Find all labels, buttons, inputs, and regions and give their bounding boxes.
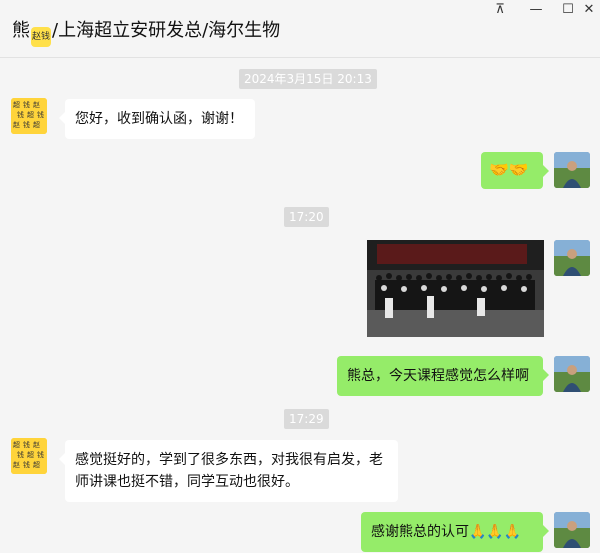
timestamp: 2024年3月15日 20:13 <box>239 69 377 89</box>
maximize-icon[interactable]: ☐ <box>557 1 579 19</box>
contact-avatar[interactable]: 超钱赵 钱超钱 赵钱超 <box>11 438 47 474</box>
title-bar: 熊赵钱/上海超立安研发总/海尔生物 ⊼ — ☐ ✕ <box>0 0 600 58</box>
svg-text:赵: 赵 <box>13 460 20 469</box>
message-bubble-outgoing[interactable]: 🤝🤝 <box>481 152 549 189</box>
chat-title-prefix: 熊 <box>12 20 30 41</box>
user-avatar[interactable] <box>554 240 590 276</box>
timestamp: 17:20 <box>284 207 329 227</box>
svg-text:钱: 钱 <box>37 450 44 459</box>
pin-icon[interactable]: ⊼ <box>489 1 511 19</box>
close-icon[interactable]: ✕ <box>578 1 600 19</box>
user-avatar[interactable] <box>554 152 590 188</box>
shared-group-photo[interactable] <box>367 240 544 337</box>
svg-text:赵: 赵 <box>13 120 20 129</box>
svg-text:超: 超 <box>33 120 40 129</box>
message-bubble-outgoing[interactable]: 熊总，今天课程感觉怎么样啊 <box>337 356 549 396</box>
svg-text:钱: 钱 <box>23 460 30 469</box>
user-avatar[interactable] <box>554 356 590 392</box>
svg-text:超: 超 <box>27 450 34 459</box>
svg-text:超: 超 <box>13 100 20 109</box>
svg-text:钱: 钱 <box>17 450 24 459</box>
svg-text:钱: 钱 <box>23 120 30 129</box>
chat-title-emoji: 赵钱 <box>31 27 51 47</box>
svg-text:钱: 钱 <box>23 440 30 449</box>
svg-text:钱: 钱 <box>23 100 30 109</box>
svg-text:钱: 钱 <box>37 110 44 119</box>
chat-title: 熊赵钱/上海超立安研发总/海尔生物 <box>12 16 280 47</box>
user-avatar[interactable] <box>554 512 590 548</box>
minimize-icon[interactable]: — <box>525 1 547 19</box>
svg-text:钱: 钱 <box>17 110 24 119</box>
svg-text:超: 超 <box>13 440 20 449</box>
timestamp: 17:29 <box>284 409 329 429</box>
svg-text:超: 超 <box>33 460 40 469</box>
message-bubble-incoming[interactable]: 感觉挺好的，学到了很多东西，对我很有启发，老师讲课也挺不错，同学互动也很好。 <box>59 440 398 502</box>
svg-text:超: 超 <box>27 110 34 119</box>
chat-title-suffix: /上海超立安研发总/海尔生物 <box>52 20 281 41</box>
contact-avatar[interactable]: 超钱赵 钱超钱 赵钱超 <box>11 98 47 134</box>
svg-text:赵: 赵 <box>33 100 40 109</box>
svg-text:赵: 赵 <box>33 440 40 449</box>
message-bubble-incoming[interactable]: 您好，收到确认函，谢谢！ <box>59 99 255 139</box>
message-bubble-outgoing[interactable]: 感谢熊总的认可🙏🙏🙏 <box>361 512 549 552</box>
